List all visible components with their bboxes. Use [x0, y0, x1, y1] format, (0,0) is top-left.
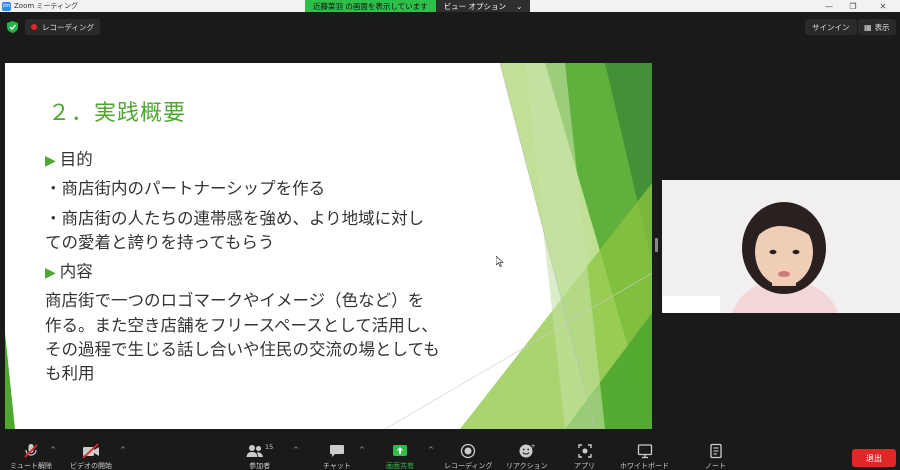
- panel-resize-handle[interactable]: [655, 238, 658, 252]
- share-banner: 近藤菜羽 の画面を表示しています ビュー オプション ⌄: [305, 0, 531, 12]
- reactions-button[interactable]: + リアクション: [506, 443, 548, 470]
- minimize-icon[interactable]: —: [818, 0, 840, 12]
- slide-line: ・商店街内のパートナーシップを作る: [45, 179, 326, 198]
- view-options-button[interactable]: ビュー オプション ⌄: [435, 0, 531, 12]
- video-options-caret[interactable]: ^: [120, 446, 126, 454]
- chat-label: チャット: [323, 462, 351, 470]
- unmute-label: ミュート解除: [10, 462, 52, 470]
- recording-indicator[interactable]: レコーディング: [25, 19, 100, 35]
- participants-icon: [246, 445, 263, 457]
- reactions-label: リアクション: [506, 462, 548, 470]
- share-screen-label: 画面共有: [386, 462, 414, 470]
- window-title: Zoom ミーティング: [14, 2, 78, 10]
- chat-icon: [329, 445, 344, 457]
- share-options-caret[interactable]: ^: [428, 446, 434, 454]
- share-screen-button[interactable]: 画面共有: [386, 443, 414, 470]
- video-off-icon: [82, 443, 99, 459]
- slide-line: ・商店街の人たちの連帯感を強め、より地域に対し: [45, 209, 425, 228]
- chat-options-caret[interactable]: ^: [359, 446, 365, 454]
- record-button[interactable]: レコーディング: [444, 443, 493, 470]
- participants-button[interactable]: 15 参加者: [246, 443, 273, 470]
- zoom-window: zm Zoom ミーティング — ❐ ✕ 近藤菜羽 の画面を表示しています ビュ…: [0, 0, 900, 470]
- svg-text:+: +: [530, 443, 535, 450]
- participant-video-tile[interactable]: [662, 180, 900, 313]
- view-button[interactable]: ▦ 表示: [858, 19, 896, 35]
- record-label: レコーディング: [444, 462, 493, 470]
- shield-icon[interactable]: [7, 21, 18, 33]
- restore-icon[interactable]: ❐: [842, 0, 864, 12]
- slide-title: ２．実践概要: [48, 101, 187, 126]
- participants-label: 参加者: [249, 462, 271, 470]
- record-icon: [461, 443, 476, 459]
- slide-line: 作る。また空き店舗をフリースペースとして活用し、: [45, 316, 438, 335]
- app-title: zm Zoom ミーティング: [2, 0, 78, 12]
- meeting-toolbar: ミュート解除 ^ ビデオの開始 ^ 15 参加者 ^ チャット ^ 画面共有 ^…: [0, 440, 900, 470]
- chat-button[interactable]: チャット: [323, 443, 351, 470]
- audio-options-caret[interactable]: ^: [50, 446, 56, 454]
- share-status: 近藤菜羽 の画面を表示しています: [305, 0, 436, 12]
- slide-line: ての愛着と誇りを持ってもらう: [45, 233, 275, 252]
- notes-button[interactable]: ノート: [705, 443, 726, 470]
- whiteboard-icon: [637, 444, 652, 459]
- mic-muted-icon: [24, 444, 38, 458]
- slide-heading-purpose: ▶ 目的: [45, 150, 93, 169]
- participant-video-feed: [662, 180, 900, 313]
- unmute-button[interactable]: ミュート解除: [10, 443, 52, 470]
- view-label: 表示: [874, 22, 890, 32]
- recording-label: レコーディング: [42, 22, 94, 32]
- meeting-top-bar: レコーディング サインイン ▦ 表示: [0, 16, 900, 38]
- chevron-down-icon: ⌄: [516, 1, 523, 11]
- slide-heading-content: ▶ 内容: [45, 262, 93, 281]
- participant-name-label: [663, 296, 720, 313]
- share-screen-icon: [393, 445, 407, 456]
- slide-line: も利用: [45, 364, 95, 383]
- close-icon[interactable]: ✕: [872, 0, 894, 12]
- leave-button[interactable]: 退出: [852, 449, 896, 467]
- whiteboard-label: ホワイトボード: [620, 462, 669, 470]
- zoom-logo-icon: zm: [2, 1, 11, 11]
- apps-button[interactable]: アプリ: [574, 443, 595, 470]
- view-options-label: ビュー オプション: [443, 1, 507, 11]
- start-video-button[interactable]: ビデオの開始: [70, 443, 112, 470]
- apps-icon: [577, 444, 592, 458]
- participants-options-caret[interactable]: ^: [293, 446, 299, 454]
- apps-label: アプリ: [574, 462, 595, 470]
- triangle-bullet-icon: ▶: [45, 153, 56, 169]
- whiteboard-button[interactable]: ホワイトボード: [620, 443, 669, 470]
- record-dot-icon: [31, 24, 37, 30]
- view-grid-icon: ▦: [864, 22, 872, 32]
- shared-screen-slide: ２．実践概要 ▶ 目的 ・商店街内のパートナーシップを作る ・商店街の人たちの連帯…: [5, 63, 652, 429]
- mouse-cursor-icon: [496, 256, 504, 267]
- slide-line: 商店街で一つのロゴマークやイメージ（色など）を: [45, 291, 425, 310]
- triangle-bullet-icon: ▶: [45, 265, 56, 281]
- start-video-label: ビデオの開始: [70, 462, 112, 470]
- sign-in-button[interactable]: サインイン: [805, 19, 857, 35]
- reactions-icon: +: [519, 443, 535, 458]
- notes-icon: [709, 443, 722, 459]
- notes-label: ノート: [705, 462, 726, 470]
- slide-line: その過程で生じる話し合いや住民の交流の場としても: [45, 340, 440, 359]
- participant-count: 15: [265, 443, 274, 451]
